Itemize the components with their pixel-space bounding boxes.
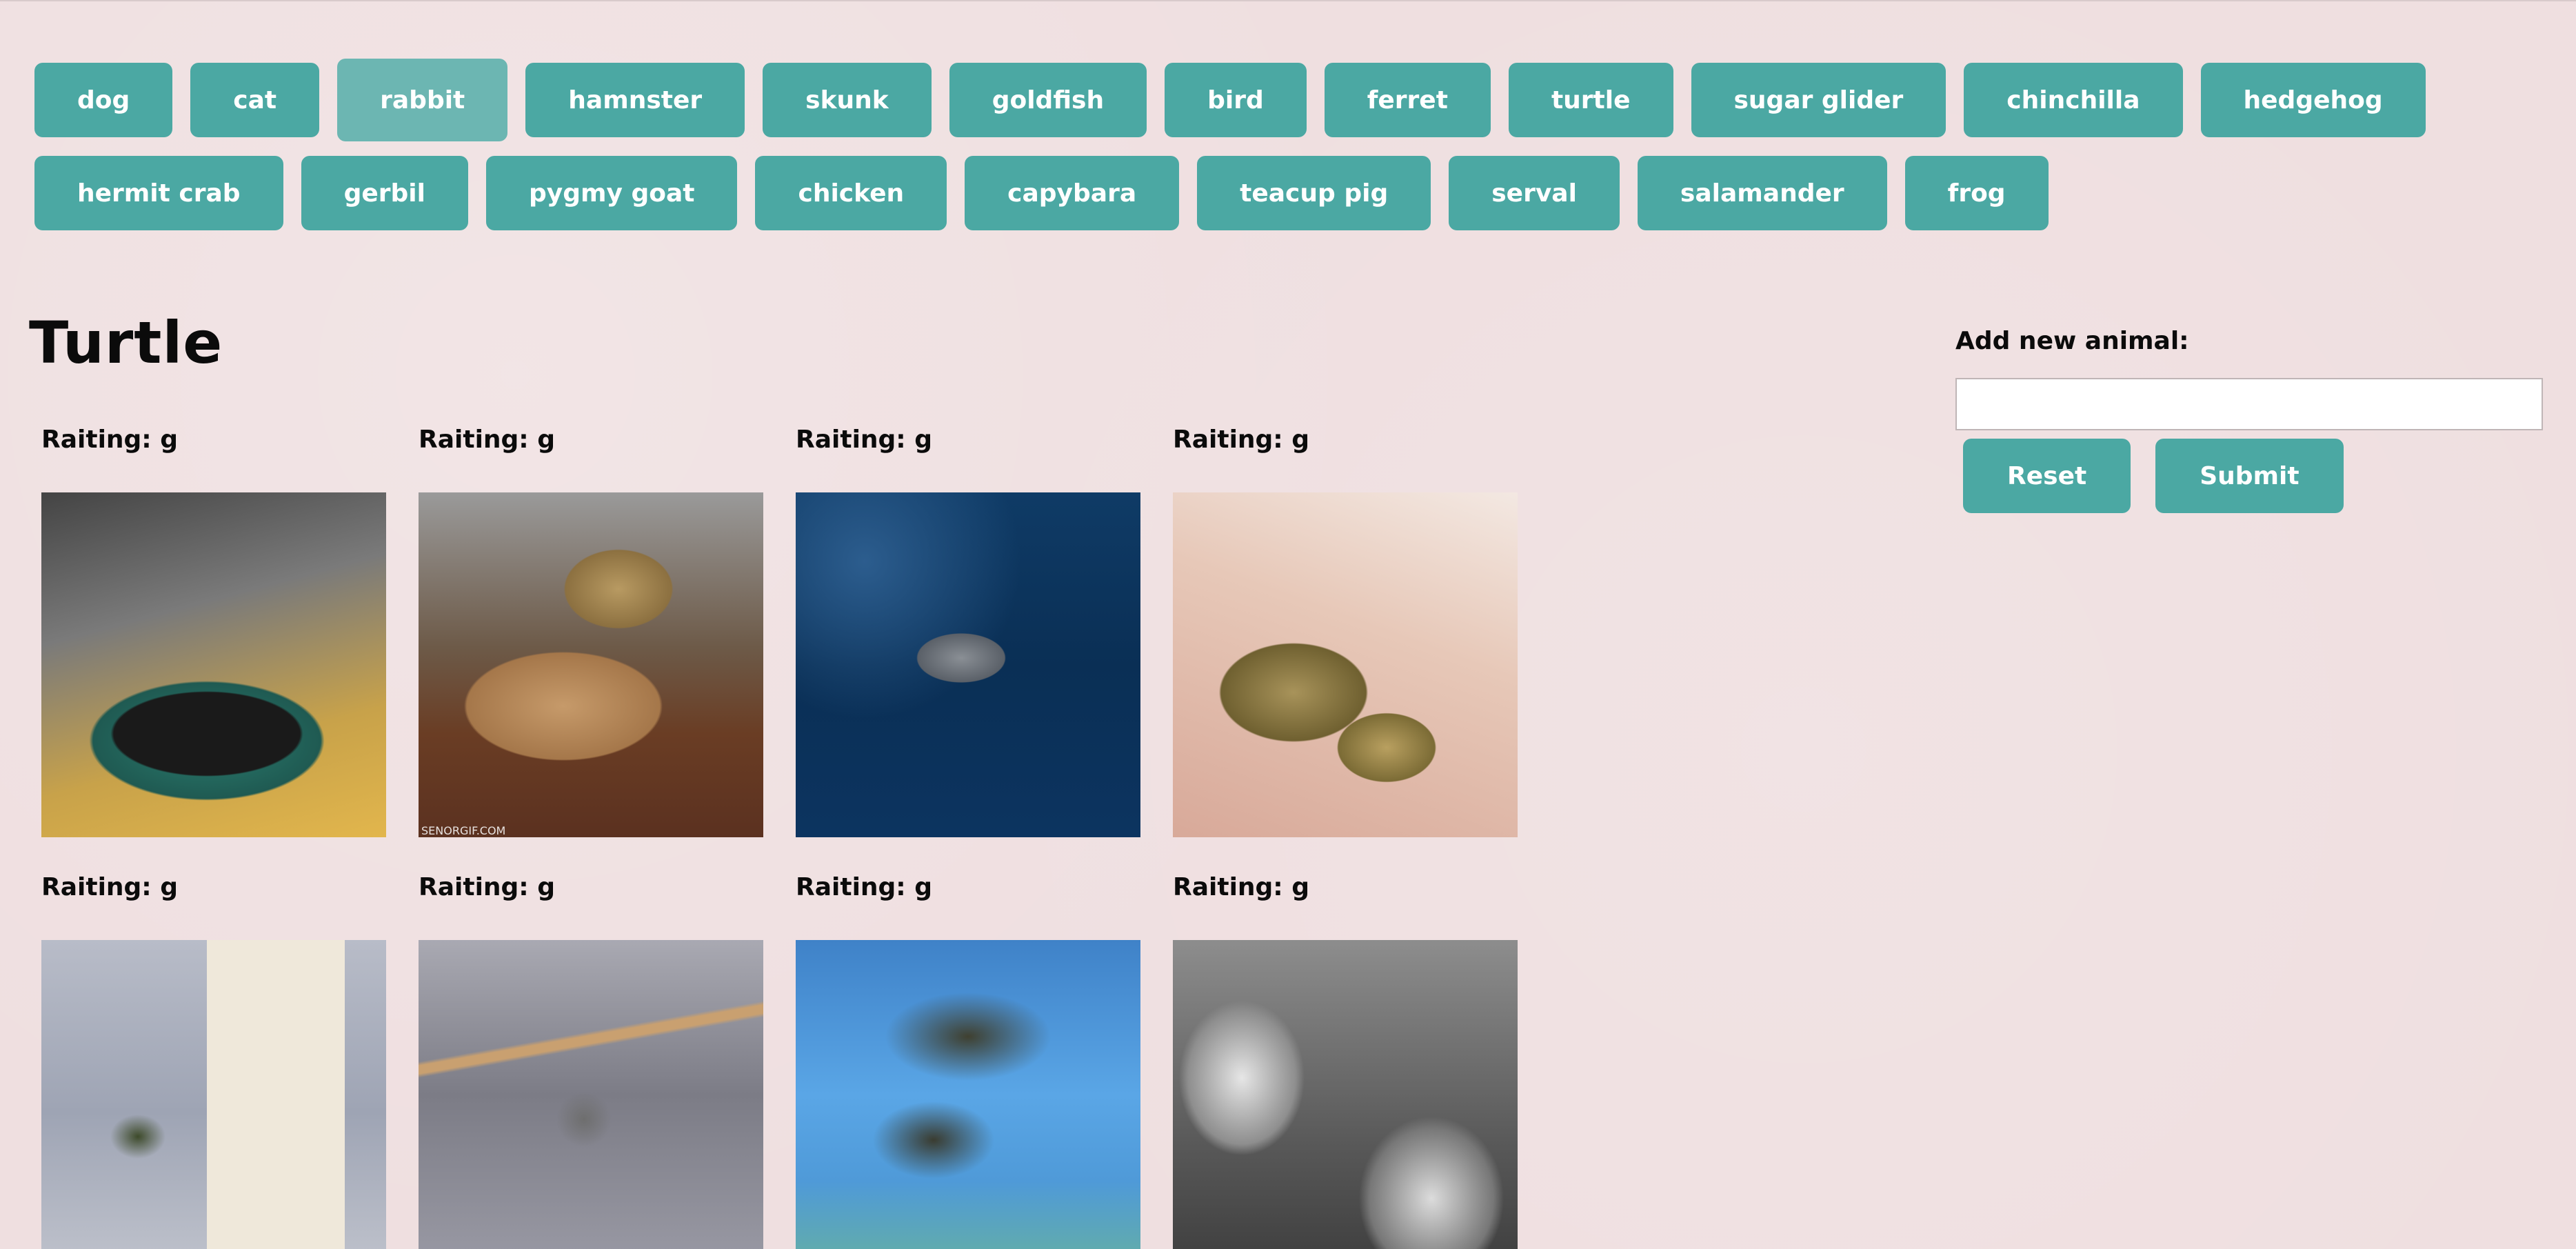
gif-image-turtle-treadmill[interactable]	[419, 940, 763, 1249]
animal-button-capybara[interactable]: capybara	[965, 156, 1180, 230]
add-animal-input[interactable]	[1955, 378, 2543, 430]
gif-rating: Raiting: g	[796, 426, 932, 454]
animal-button-skunk[interactable]: skunk	[763, 63, 932, 137]
gif-card: Raiting: g	[41, 424, 386, 837]
gif-rating: Raiting: g	[796, 873, 932, 901]
animal-button-hamnster[interactable]: hamnster	[525, 63, 745, 137]
add-animal-form: Add new animal: Reset Submit	[1955, 326, 2543, 513]
gif-image-tortoise-log[interactable]: SENORGIF.COM	[419, 492, 763, 837]
animal-button-pygmy-goat[interactable]: pygmy goat	[485, 156, 738, 230]
animal-button-chinchilla[interactable]: chinchilla	[1964, 63, 2183, 137]
gif-card: Raiting: g	[796, 872, 1140, 1249]
gif-rating: Raiting: g	[1173, 873, 1309, 901]
gif-image-turtle-record-player[interactable]	[41, 492, 386, 837]
gif-watermark: SENORGIF.COM	[421, 824, 506, 837]
animal-button-turtle[interactable]: turtle	[1508, 63, 1673, 137]
animal-button-sugar-glider[interactable]: sugar glider	[1691, 63, 1946, 137]
gif-card: Raiting: g	[41, 872, 386, 1249]
animal-button-teacup-pig[interactable]: teacup pig	[1197, 156, 1431, 230]
gif-card: Raiting: g	[796, 424, 1140, 837]
gif-rating: Raiting: g	[1173, 426, 1309, 454]
animal-button-frog[interactable]: frog	[1904, 156, 2049, 230]
gif-rating: Raiting: g	[419, 426, 555, 454]
animal-button-bird[interactable]: bird	[1165, 63, 1307, 137]
gif-image-sea-turtle[interactable]	[1173, 940, 1518, 1249]
gif-image-turtle-swimming[interactable]	[796, 492, 1140, 837]
animal-button-hermit-crab[interactable]: hermit crab	[34, 156, 283, 230]
gif-card: Raiting: g	[1173, 872, 1518, 1249]
top-border	[0, 0, 2576, 1]
animal-button-chicken[interactable]: chicken	[755, 156, 947, 230]
gif-image-turtles-pool[interactable]	[796, 940, 1140, 1249]
animal-nav-row-2: hermit crab gerbil pygmy goat chicken ca…	[34, 156, 2049, 230]
gif-rating: Raiting: g	[41, 426, 178, 454]
gif-card: Raiting: g	[419, 872, 763, 1249]
page-title: Turtle	[29, 309, 223, 377]
animal-button-cat[interactable]: cat	[190, 63, 320, 137]
gif-image-turtle-hand[interactable]	[1173, 492, 1518, 837]
animal-button-ferret[interactable]: ferret	[1324, 63, 1491, 137]
animal-button-gerbil[interactable]: gerbil	[301, 156, 468, 230]
form-buttons: Reset Submit	[1955, 439, 2543, 513]
gif-rating: Raiting: g	[419, 873, 555, 901]
animal-nav-row-1: dog cat rabbit hamnster skunk goldfish b…	[34, 59, 2426, 141]
gif-card: Raiting: g	[1173, 424, 1518, 837]
animal-button-hedgehog[interactable]: hedgehog	[2200, 63, 2426, 137]
animal-button-salamander[interactable]: salamander	[1637, 156, 1887, 230]
animal-button-serval[interactable]: serval	[1449, 156, 1620, 230]
add-animal-label: Add new animal:	[1955, 327, 2189, 355]
gif-card: Raiting: g SENORGIF.COM	[419, 424, 763, 837]
gif-grid: Raiting: g Raiting: g SENORGIF.COM Raiti…	[41, 424, 1518, 1249]
gif-image-turtles-tank[interactable]	[41, 940, 386, 1249]
reset-button[interactable]: Reset	[1963, 439, 2131, 513]
gif-rating: Raiting: g	[41, 873, 178, 901]
animal-button-rabbit[interactable]: rabbit	[337, 59, 508, 141]
animal-button-goldfish[interactable]: goldfish	[949, 63, 1147, 137]
submit-button[interactable]: Submit	[2155, 439, 2344, 513]
animal-button-dog[interactable]: dog	[34, 63, 173, 137]
